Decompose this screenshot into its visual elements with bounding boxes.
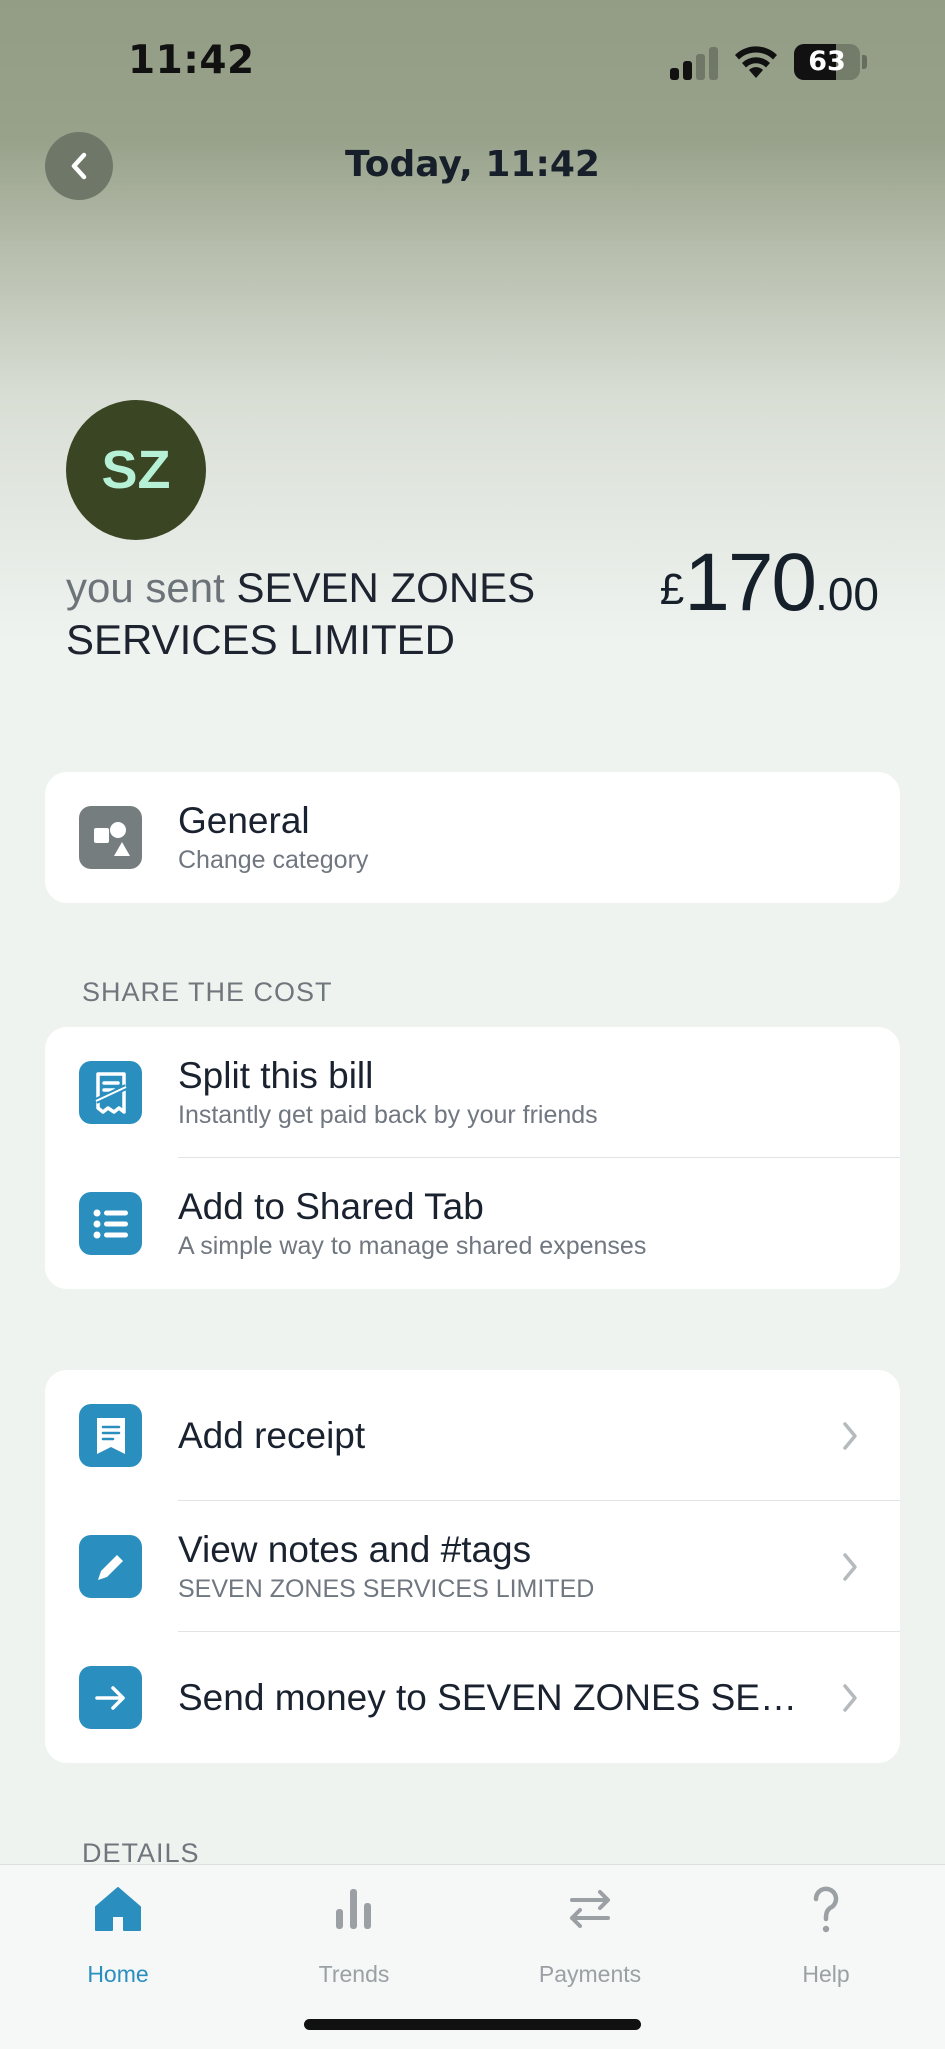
home-indicator <box>304 2019 641 2030</box>
tab-payments-label: Payments <box>538 1961 642 1987</box>
tab-trends[interactable]: Trends <box>274 1865 434 1987</box>
amount-currency: £ <box>659 565 685 614</box>
shapes-icon <box>79 806 142 869</box>
add-receipt-row[interactable]: Add receipt <box>45 1370 900 1501</box>
split-bill-row[interactable]: Split this bill Instantly get paid back … <box>45 1027 900 1158</box>
tab-trends-label: Trends <box>318 1961 390 1987</box>
view-notes-title: View notes and #tags <box>178 1529 532 1570</box>
pencil-icon <box>79 1535 142 1598</box>
amount-major: 170 <box>684 537 817 628</box>
tab-help-label: Help <box>802 1961 850 1987</box>
home-icon <box>95 1887 141 1931</box>
chevron-right-icon <box>843 1684 857 1712</box>
transfer-arrows-icon <box>570 1890 610 1928</box>
send-money-title: Send money to SEVEN ZONES SE… <box>178 1676 797 1718</box>
category-title: General <box>178 800 310 841</box>
battery-level: 63 <box>808 46 846 77</box>
category-row[interactable]: General Change category <box>45 772 900 903</box>
arrow-right-icon <box>79 1666 142 1729</box>
wifi-icon <box>735 46 777 78</box>
receipt-split-icon <box>79 1061 142 1124</box>
amount-minor: .00 <box>815 568 879 620</box>
bar-chart-icon <box>336 1889 371 1929</box>
category-card[interactable]: General Change category <box>45 772 900 903</box>
page-title: Today, 11:42 <box>345 144 600 185</box>
shared-tab-subtitle: A simple way to manage shared expenses <box>178 1232 647 1260</box>
share-section-label: SHARE THE COST <box>82 977 333 1007</box>
tab-payments[interactable]: Payments <box>510 1865 670 1987</box>
transaction-amount: £170.00 <box>660 536 879 630</box>
status-time: 11:42 <box>128 38 255 83</box>
question-icon <box>813 1886 839 1933</box>
share-card: Split this bill Instantly get paid back … <box>45 1027 900 1289</box>
battery-icon: 63 <box>794 44 860 80</box>
payee-description: you sent SEVEN ZONES SERVICES LIMITED <box>66 562 626 666</box>
tab-home[interactable]: Home <box>38 1865 198 1987</box>
payee-prefix: you sent <box>66 564 225 611</box>
chevron-right-icon <box>843 1553 857 1581</box>
list-icon <box>79 1192 142 1255</box>
shared-tab-row[interactable]: Add to Shared Tab A simple way to manage… <box>45 1158 900 1289</box>
split-bill-title: Split this bill <box>178 1055 374 1096</box>
chevron-right-icon <box>843 1422 857 1450</box>
battery-nub <box>862 55 867 69</box>
view-notes-row[interactable]: View notes and #tags SEVEN ZONES SERVICE… <box>45 1501 900 1632</box>
split-bill-subtitle: Instantly get paid back by your friends <box>178 1101 598 1129</box>
status-bar: 11:42 63 <box>0 0 945 130</box>
tab-home-label: Home <box>87 1961 149 1987</box>
cellular-signal-icon <box>670 46 720 80</box>
actions-card: Add receipt View notes and #tags SEVEN Z… <box>45 1370 900 1763</box>
merchant-avatar: SZ <box>66 400 206 540</box>
receipt-icon <box>79 1404 142 1467</box>
view-notes-subtitle: SEVEN ZONES SERVICES LIMITED <box>178 1575 595 1603</box>
send-money-row[interactable]: Send money to SEVEN ZONES SE… <box>45 1632 900 1763</box>
category-subtitle: Change category <box>178 846 369 874</box>
tab-help[interactable]: Help <box>746 1865 906 1987</box>
shared-tab-title: Add to Shared Tab <box>178 1186 484 1227</box>
add-receipt-title: Add receipt <box>178 1414 366 1456</box>
